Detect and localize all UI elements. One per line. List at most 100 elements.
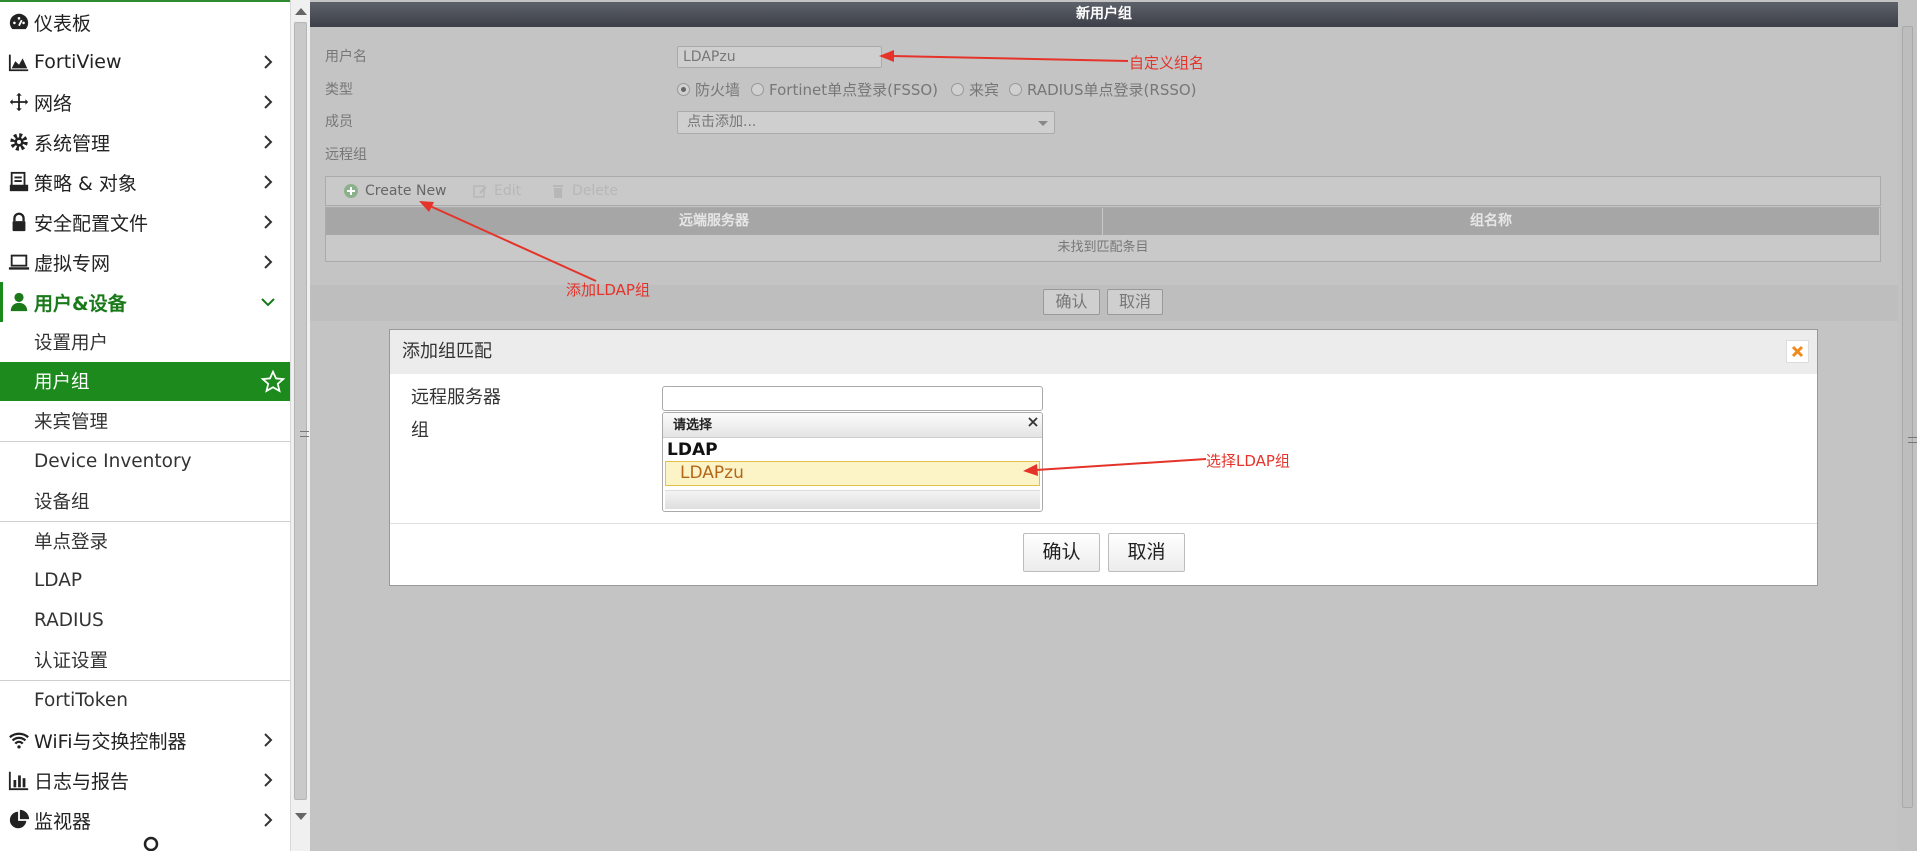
sidebar-item-wifi[interactable]: WiFi与交换控制器 xyxy=(0,720,290,760)
sidebar-item-vpn[interactable]: 虚拟专网 xyxy=(0,242,290,282)
dashboard-icon xyxy=(6,11,32,33)
member-select[interactable]: 点击添加... xyxy=(677,111,1055,134)
sidebar-subitem-label: 用户组 xyxy=(34,372,90,394)
sidebar-item-user-device[interactable]: 用户&设备 xyxy=(0,282,290,322)
column-header-remote-server[interactable]: 远端服务器 xyxy=(326,208,1103,235)
scrollbar-thumb[interactable] xyxy=(294,22,309,800)
page-title: 新用户组 xyxy=(310,2,1898,27)
sidebar-item-label: 监视器 xyxy=(34,810,92,833)
sidebar-item-label: 网络 xyxy=(34,92,73,115)
close-icon xyxy=(1791,345,1804,358)
close-icon[interactable] xyxy=(1026,415,1040,429)
ok-button[interactable]: 确认 xyxy=(1043,289,1100,315)
sidebar-subitem-device-groups[interactable]: 设备组 xyxy=(0,481,290,521)
scrollbar-thumb[interactable] xyxy=(1902,26,1917,808)
chevron-right-icon xyxy=(264,215,273,229)
sidebar-item-label: 策略 & 对象 xyxy=(34,172,137,195)
dialog-cancel-button[interactable]: 取消 xyxy=(1108,533,1185,572)
dropdown-option-ldapzu[interactable]: LDAPzu xyxy=(665,461,1040,486)
edit-icon xyxy=(473,185,487,198)
dropdown-footer xyxy=(665,490,1040,509)
sidebar-subitem-ldap[interactable]: LDAP xyxy=(0,561,290,601)
caret-down-icon xyxy=(1038,121,1048,126)
sidebar-subitem-label: 单点登录 xyxy=(34,532,109,554)
radio-label: 来宾 xyxy=(969,81,1000,99)
dropdown-header: 请选择 xyxy=(663,413,1042,438)
sidebar-subitem-label: 认证设置 xyxy=(34,650,109,672)
remote-server-label: 远程服务器 xyxy=(411,387,501,408)
radio-label: RADIUS单点登录(RSSO) xyxy=(1027,81,1197,99)
remote-server-select[interactable] xyxy=(662,386,1043,411)
search-icon[interactable] xyxy=(140,835,162,851)
sidebar-item-security-profiles[interactable]: 安全配置文件 xyxy=(0,202,290,242)
name-label: 用户名 xyxy=(325,49,367,65)
dialog-ok-button[interactable]: 确认 xyxy=(1023,533,1100,572)
gear-icon xyxy=(6,131,32,153)
scroll-down-arrow-icon[interactable] xyxy=(295,813,307,820)
member-label: 成员 xyxy=(325,114,353,130)
pie-chart-icon xyxy=(6,809,32,831)
policy-icon xyxy=(6,171,32,193)
form-button-bar: 确认 取消 xyxy=(310,285,1898,321)
button-label: Edit xyxy=(494,183,522,199)
type-radio-rsso[interactable]: RADIUS单点登录(RSSO) xyxy=(1009,79,1197,100)
chevron-right-icon xyxy=(264,733,273,747)
group-name-input[interactable]: LDAPzu xyxy=(677,46,882,68)
sidebar-item-label: 仪表板 xyxy=(34,12,92,35)
radio-icon xyxy=(1009,83,1022,96)
area-chart-icon xyxy=(6,51,32,73)
network-arrows-icon xyxy=(6,91,32,113)
sidebar-item-monitor[interactable]: 监视器 xyxy=(0,800,290,840)
sidebar-item-log-report[interactable]: 日志与报告 xyxy=(0,760,290,800)
sidebar-item-network[interactable]: 网络 xyxy=(0,82,290,122)
sidebar-item-label: 安全配置文件 xyxy=(34,212,149,235)
sidebar-subitem-radius[interactable]: RADIUS xyxy=(0,600,290,640)
sidebar-item-label: 虚拟专网 xyxy=(34,252,111,275)
remote-group-label: 远程组 xyxy=(325,147,367,163)
user-icon xyxy=(6,291,32,313)
sidebar-item-system[interactable]: 系统管理 xyxy=(0,122,290,162)
sidebar-subitem-sso[interactable]: 单点登录 xyxy=(0,521,290,561)
annotation-add-ldap: 添加LDAP组 xyxy=(566,281,650,299)
radio-label: 防火墙 xyxy=(695,81,741,99)
sidebar-subitem-device-inventory[interactable]: Device Inventory xyxy=(0,441,290,481)
type-radio-fsso[interactable]: Fortinet单点登录(FSSO) xyxy=(751,79,938,100)
sidebar-item-label: 日志与报告 xyxy=(34,770,130,793)
close-button[interactable] xyxy=(1786,340,1809,363)
sidebar: 仪表板 FortiView 网络 系统管理 策略 & 对象 安全配置文件 虚拟专… xyxy=(0,0,290,851)
edit-button[interactable]: Edit xyxy=(472,183,521,199)
trash-icon xyxy=(553,185,563,198)
type-radio-firewall[interactable]: 防火墙 xyxy=(677,79,740,100)
scroll-up-arrow-icon[interactable] xyxy=(295,8,307,15)
group-dropdown[interactable]: 请选择 LDAP LDAPzu xyxy=(662,412,1043,512)
sidebar-scrollbar[interactable] xyxy=(290,0,310,851)
sidebar-subitem-guest-management[interactable]: 来宾管理 xyxy=(0,401,290,441)
sidebar-subitem-user-definition[interactable]: 设置用户 xyxy=(0,322,290,362)
member-placeholder: 点击添加... xyxy=(687,114,757,130)
sidebar-item-label: 系统管理 xyxy=(34,132,111,155)
sidebar-item-dashboard[interactable]: 仪表板 xyxy=(0,2,290,42)
annotation-select-ldap: 选择LDAP组 xyxy=(1206,452,1290,470)
sidebar-subitem-user-groups[interactable]: 用户组 xyxy=(0,361,290,401)
sidebar-item-policy[interactable]: 策略 & 对象 xyxy=(0,162,290,202)
column-header-group-name[interactable]: 组名称 xyxy=(1103,208,1880,235)
sidebar-subitem-auth-settings[interactable]: 认证设置 xyxy=(0,640,290,680)
main-scrollbar[interactable] xyxy=(1898,0,1917,851)
table-header: 远端服务器 组名称 xyxy=(326,208,1880,235)
type-radio-guest[interactable]: 来宾 xyxy=(951,79,999,100)
create-new-button[interactable]: Create New xyxy=(343,183,447,199)
grip-icon xyxy=(300,431,309,437)
sidebar-item-label: FortiView xyxy=(34,51,122,73)
cancel-button[interactable]: 取消 xyxy=(1107,289,1163,315)
delete-button[interactable]: Delete xyxy=(550,183,618,199)
dropdown-group-heading: LDAP xyxy=(667,440,718,460)
radio-label: Fortinet单点登录(FSSO) xyxy=(769,81,939,99)
sidebar-subitem-label: 设置用户 xyxy=(34,332,109,354)
grip-icon xyxy=(1908,437,1917,443)
star-icon[interactable] xyxy=(260,369,286,395)
sidebar-subitem-fortitoken[interactable]: FortiToken xyxy=(0,680,290,720)
sidebar-item-label: WiFi与交换控制器 xyxy=(34,730,187,753)
sidebar-item-fortiview[interactable]: FortiView xyxy=(0,42,290,82)
button-label: Create New xyxy=(365,183,447,199)
sidebar-subitem-label: 来宾管理 xyxy=(34,411,109,433)
